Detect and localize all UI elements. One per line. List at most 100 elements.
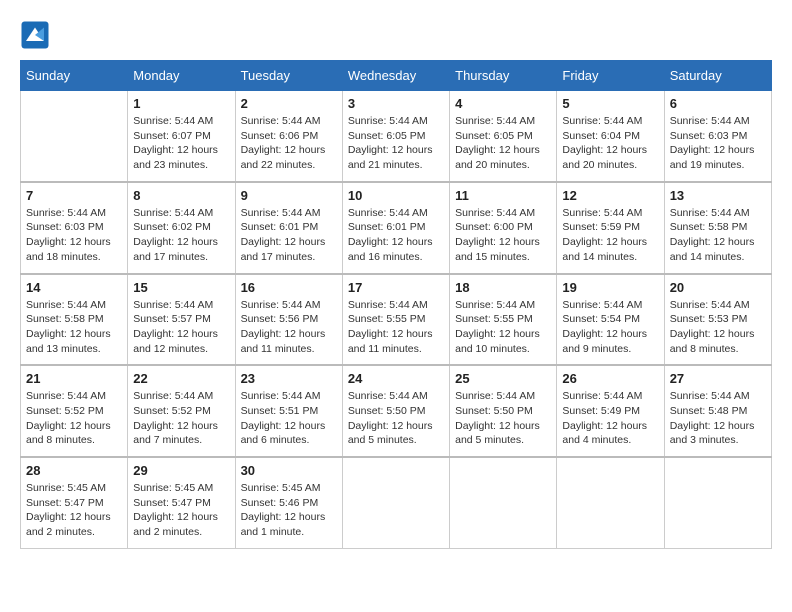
calendar-cell: 22 Sunrise: 5:44 AM Sunset: 5:52 PM Dayli… [128, 365, 235, 457]
calendar-cell [450, 457, 557, 548]
calendar-cell: 10 Sunrise: 5:44 AM Sunset: 6:01 PM Dayli… [342, 182, 449, 274]
calendar-week-row: 21 Sunrise: 5:44 AM Sunset: 5:52 PM Dayli… [21, 365, 772, 457]
cell-info: Sunrise: 5:44 AM Sunset: 6:03 PM Dayligh… [26, 206, 122, 265]
calendar-cell: 15Sunrise: 5:44 AM Sunset: 5:57 PM Dayli… [128, 274, 235, 366]
calendar-cell: 3Sunrise: 5:44 AM Sunset: 6:05 PM Daylig… [342, 91, 449, 182]
calendar-cell: 8 Sunrise: 5:44 AM Sunset: 6:02 PM Daylig… [128, 182, 235, 274]
column-header-wednesday: Wednesday [342, 61, 449, 91]
day-number: 5 [562, 96, 658, 111]
day-number: 9 [241, 188, 337, 203]
calendar-cell [21, 91, 128, 182]
cell-info: Sunrise: 5:44 AM Sunset: 6:05 PM Dayligh… [348, 114, 444, 173]
calendar-week-row: 14Sunrise: 5:44 AM Sunset: 5:58 PM Dayli… [21, 274, 772, 366]
day-number: 19 [562, 280, 658, 295]
day-number: 22 [133, 371, 229, 386]
day-number: 23 [241, 371, 337, 386]
calendar-cell: 27Sunrise: 5:44 AM Sunset: 5:48 PM Dayli… [664, 365, 771, 457]
calendar-week-row: 1 Sunrise: 5:44 AM Sunset: 6:07 PM Daylig… [21, 91, 772, 182]
cell-info: Sunrise: 5:44 AM Sunset: 5:55 PM Dayligh… [455, 298, 551, 357]
day-number: 26 [562, 371, 658, 386]
calendar-cell: 24 Sunrise: 5:44 AM Sunset: 5:50 PM Dayli… [342, 365, 449, 457]
cell-info: Sunrise: 5:44 AM Sunset: 6:06 PM Dayligh… [241, 114, 337, 173]
cell-info: Sunrise: 5:44 AM Sunset: 5:52 PM Dayligh… [26, 389, 122, 448]
calendar-cell: 13Sunrise: 5:44 AM Sunset: 5:58 PM Dayli… [664, 182, 771, 274]
calendar-cell: 25 Sunrise: 5:44 AM Sunset: 5:50 PM Dayli… [450, 365, 557, 457]
calendar-cell: 28 Sunrise: 5:45 AM Sunset: 5:47 PM Dayli… [21, 457, 128, 548]
column-header-tuesday: Tuesday [235, 61, 342, 91]
calendar-cell: 2Sunrise: 5:44 AM Sunset: 6:06 PM Daylig… [235, 91, 342, 182]
day-number: 30 [241, 463, 337, 478]
calendar-header-row: SundayMondayTuesdayWednesdayThursdayFrid… [21, 61, 772, 91]
calendar-cell: 20 Sunrise: 5:44 AM Sunset: 5:53 PM Dayli… [664, 274, 771, 366]
calendar-cell: 18 Sunrise: 5:44 AM Sunset: 5:55 PM Dayli… [450, 274, 557, 366]
calendar-cell: 17 Sunrise: 5:44 AM Sunset: 5:55 PM Dayli… [342, 274, 449, 366]
calendar-cell: 4 Sunrise: 5:44 AM Sunset: 6:05 PM Daylig… [450, 91, 557, 182]
cell-info: Sunrise: 5:45 AM Sunset: 5:47 PM Dayligh… [133, 481, 229, 540]
calendar-cell: 21 Sunrise: 5:44 AM Sunset: 5:52 PM Dayli… [21, 365, 128, 457]
column-header-thursday: Thursday [450, 61, 557, 91]
day-number: 1 [133, 96, 229, 111]
calendar-cell: 16 Sunrise: 5:44 AM Sunset: 5:56 PM Dayli… [235, 274, 342, 366]
cell-info: Sunrise: 5:44 AM Sunset: 5:48 PM Dayligh… [670, 389, 766, 448]
day-number: 16 [241, 280, 337, 295]
day-number: 24 [348, 371, 444, 386]
day-number: 29 [133, 463, 229, 478]
cell-info: Sunrise: 5:44 AM Sunset: 6:07 PM Dayligh… [133, 114, 229, 173]
cell-info: Sunrise: 5:44 AM Sunset: 6:04 PM Dayligh… [562, 114, 658, 173]
cell-info: Sunrise: 5:44 AM Sunset: 6:01 PM Dayligh… [348, 206, 444, 265]
day-number: 18 [455, 280, 551, 295]
calendar-cell [664, 457, 771, 548]
cell-info: Sunrise: 5:44 AM Sunset: 5:52 PM Dayligh… [133, 389, 229, 448]
day-number: 6 [670, 96, 766, 111]
calendar-cell: 9 Sunrise: 5:44 AM Sunset: 6:01 PM Daylig… [235, 182, 342, 274]
day-number: 25 [455, 371, 551, 386]
day-number: 4 [455, 96, 551, 111]
calendar-cell [557, 457, 664, 548]
calendar-cell: 1 Sunrise: 5:44 AM Sunset: 6:07 PM Daylig… [128, 91, 235, 182]
day-number: 11 [455, 188, 551, 203]
calendar-cell: 6 Sunrise: 5:44 AM Sunset: 6:03 PM Daylig… [664, 91, 771, 182]
cell-info: Sunrise: 5:44 AM Sunset: 5:55 PM Dayligh… [348, 298, 444, 357]
day-number: 28 [26, 463, 122, 478]
cell-info: Sunrise: 5:44 AM Sunset: 5:54 PM Dayligh… [562, 298, 658, 357]
cell-info: Sunrise: 5:44 AM Sunset: 5:50 PM Dayligh… [455, 389, 551, 448]
calendar-cell: 7 Sunrise: 5:44 AM Sunset: 6:03 PM Daylig… [21, 182, 128, 274]
calendar-week-row: 28 Sunrise: 5:45 AM Sunset: 5:47 PM Dayli… [21, 457, 772, 548]
calendar-cell: 5 Sunrise: 5:44 AM Sunset: 6:04 PM Daylig… [557, 91, 664, 182]
cell-info: Sunrise: 5:44 AM Sunset: 5:49 PM Dayligh… [562, 389, 658, 448]
cell-info: Sunrise: 5:44 AM Sunset: 6:01 PM Dayligh… [241, 206, 337, 265]
calendar-table: SundayMondayTuesdayWednesdayThursdayFrid… [20, 60, 772, 549]
calendar-cell: 29 Sunrise: 5:45 AM Sunset: 5:47 PM Dayli… [128, 457, 235, 548]
calendar-cell: 30 Sunrise: 5:45 AM Sunset: 5:46 PM Dayli… [235, 457, 342, 548]
day-number: 7 [26, 188, 122, 203]
day-number: 21 [26, 371, 122, 386]
day-number: 13 [670, 188, 766, 203]
logo [20, 20, 54, 50]
calendar-cell: 12Sunrise: 5:44 AM Sunset: 5:59 PM Dayli… [557, 182, 664, 274]
day-number: 20 [670, 280, 766, 295]
calendar-cell: 26 Sunrise: 5:44 AM Sunset: 5:49 PM Dayli… [557, 365, 664, 457]
column-header-friday: Friday [557, 61, 664, 91]
column-header-sunday: Sunday [21, 61, 128, 91]
column-header-saturday: Saturday [664, 61, 771, 91]
calendar-cell: 11Sunrise: 5:44 AM Sunset: 6:00 PM Dayli… [450, 182, 557, 274]
header [20, 20, 772, 50]
day-number: 14 [26, 280, 122, 295]
cell-info: Sunrise: 5:44 AM Sunset: 6:03 PM Dayligh… [670, 114, 766, 173]
cell-info: Sunrise: 5:44 AM Sunset: 5:53 PM Dayligh… [670, 298, 766, 357]
calendar-cell [342, 457, 449, 548]
calendar-cell: 23 Sunrise: 5:44 AM Sunset: 5:51 PM Dayli… [235, 365, 342, 457]
calendar-cell: 14Sunrise: 5:44 AM Sunset: 5:58 PM Dayli… [21, 274, 128, 366]
cell-info: Sunrise: 5:45 AM Sunset: 5:47 PM Dayligh… [26, 481, 122, 540]
cell-info: Sunrise: 5:44 AM Sunset: 6:02 PM Dayligh… [133, 206, 229, 265]
day-number: 10 [348, 188, 444, 203]
cell-info: Sunrise: 5:44 AM Sunset: 5:50 PM Dayligh… [348, 389, 444, 448]
cell-info: Sunrise: 5:44 AM Sunset: 5:51 PM Dayligh… [241, 389, 337, 448]
cell-info: Sunrise: 5:44 AM Sunset: 5:56 PM Dayligh… [241, 298, 337, 357]
day-number: 8 [133, 188, 229, 203]
day-number: 17 [348, 280, 444, 295]
calendar-week-row: 7 Sunrise: 5:44 AM Sunset: 6:03 PM Daylig… [21, 182, 772, 274]
calendar-cell: 19 Sunrise: 5:44 AM Sunset: 5:54 PM Dayli… [557, 274, 664, 366]
cell-info: Sunrise: 5:44 AM Sunset: 6:05 PM Dayligh… [455, 114, 551, 173]
cell-info: Sunrise: 5:45 AM Sunset: 5:46 PM Dayligh… [241, 481, 337, 540]
